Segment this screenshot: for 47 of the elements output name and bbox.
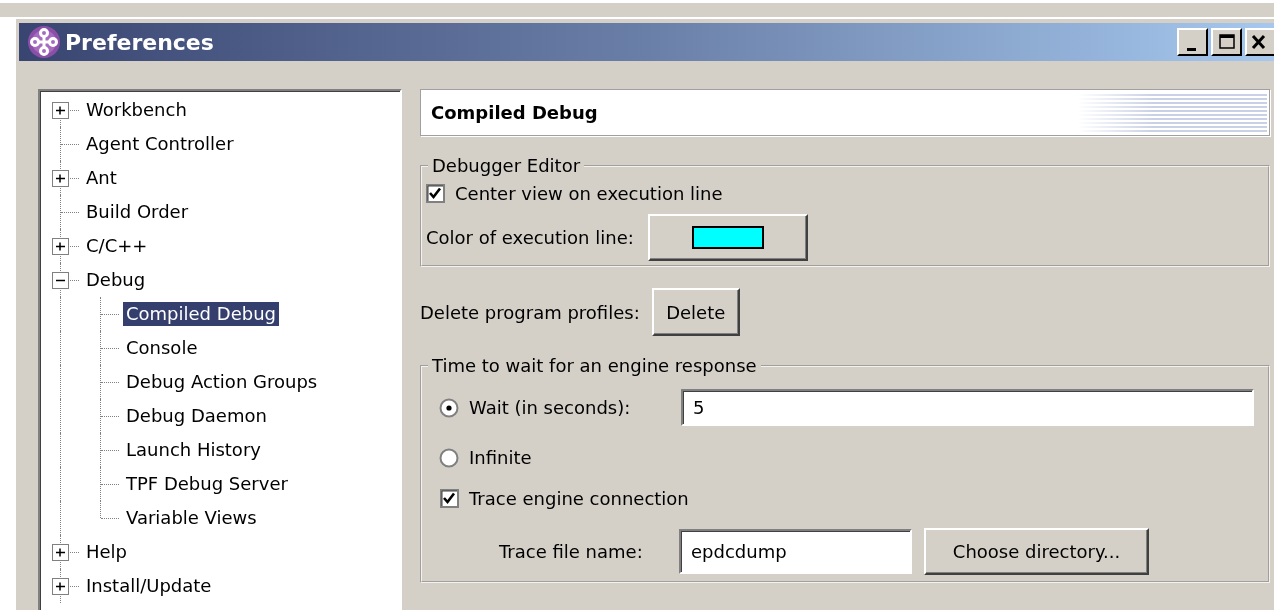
radio-label: Wait (in seconds):	[469, 397, 632, 418]
tree-item[interactable]: Launch History	[123, 438, 264, 462]
minimize-icon	[1186, 47, 1196, 51]
tree-item[interactable]: C/C++	[83, 234, 151, 258]
checkbox-label: Trace engine connection	[469, 487, 689, 509]
tree-item[interactable]: Install/Update	[83, 574, 215, 598]
collapse-icon[interactable]	[52, 272, 69, 289]
expand-icon[interactable]	[52, 170, 69, 187]
page-title: Compiled Debug	[431, 102, 598, 123]
app-logo-icon	[27, 25, 61, 59]
tree-item[interactable]: Debug Daemon	[123, 404, 270, 428]
tree-item[interactable]: Ant	[83, 166, 120, 190]
tree-item[interactable]: Build Order	[83, 200, 192, 224]
tree-item[interactable]: Compiled Debug	[123, 302, 279, 326]
tree-item[interactable]: Workbench	[83, 98, 190, 122]
maximize-icon	[1217, 33, 1236, 51]
tree-item[interactable]: Debug Action Groups	[123, 370, 321, 394]
tree-item[interactable]: Variable Views	[123, 506, 260, 530]
expand-icon[interactable]	[52, 544, 69, 561]
radio-button[interactable]	[439, 397, 459, 418]
tree-item[interactable]: Agent Controller	[83, 132, 237, 156]
input-field[interactable]: epdcdump	[679, 529, 912, 574]
tree-item[interactable]: TPF Debug Server	[123, 472, 291, 496]
expand-icon[interactable]	[52, 238, 69, 255]
field-label: Color of execution line:	[426, 227, 634, 248]
tree-item[interactable]: Help	[83, 540, 131, 564]
checkbox[interactable]	[426, 183, 445, 203]
field-label: Delete program profiles:	[420, 301, 640, 323]
minimize-button[interactable]	[1177, 28, 1208, 56]
color-picker-button[interactable]	[647, 214, 808, 261]
delete-button[interactable]: Delete	[651, 288, 740, 336]
tree-item[interactable]: Debug	[83, 268, 149, 292]
expand-icon[interactable]	[52, 578, 69, 595]
radio-label: Infinite	[469, 447, 532, 468]
expand-icon[interactable]	[52, 102, 69, 119]
maximize-button[interactable]	[1211, 28, 1242, 56]
tree-item[interactable]: Console	[123, 336, 201, 360]
checkbox[interactable]	[440, 488, 459, 508]
checkbox-label: Center view on execution line	[455, 182, 723, 204]
input-field[interactable]: 5	[681, 389, 1254, 426]
field-label: Trace file name:	[499, 541, 644, 562]
close-button[interactable]	[1245, 28, 1274, 56]
radio-button[interactable]	[439, 447, 459, 468]
choose-directory-button[interactable]: Choose directory...	[924, 528, 1149, 575]
window-title: Preferences	[65, 29, 215, 55]
group-title: Debugger Editor	[431, 155, 582, 176]
group-title: Time to wait for an engine response	[431, 355, 758, 376]
